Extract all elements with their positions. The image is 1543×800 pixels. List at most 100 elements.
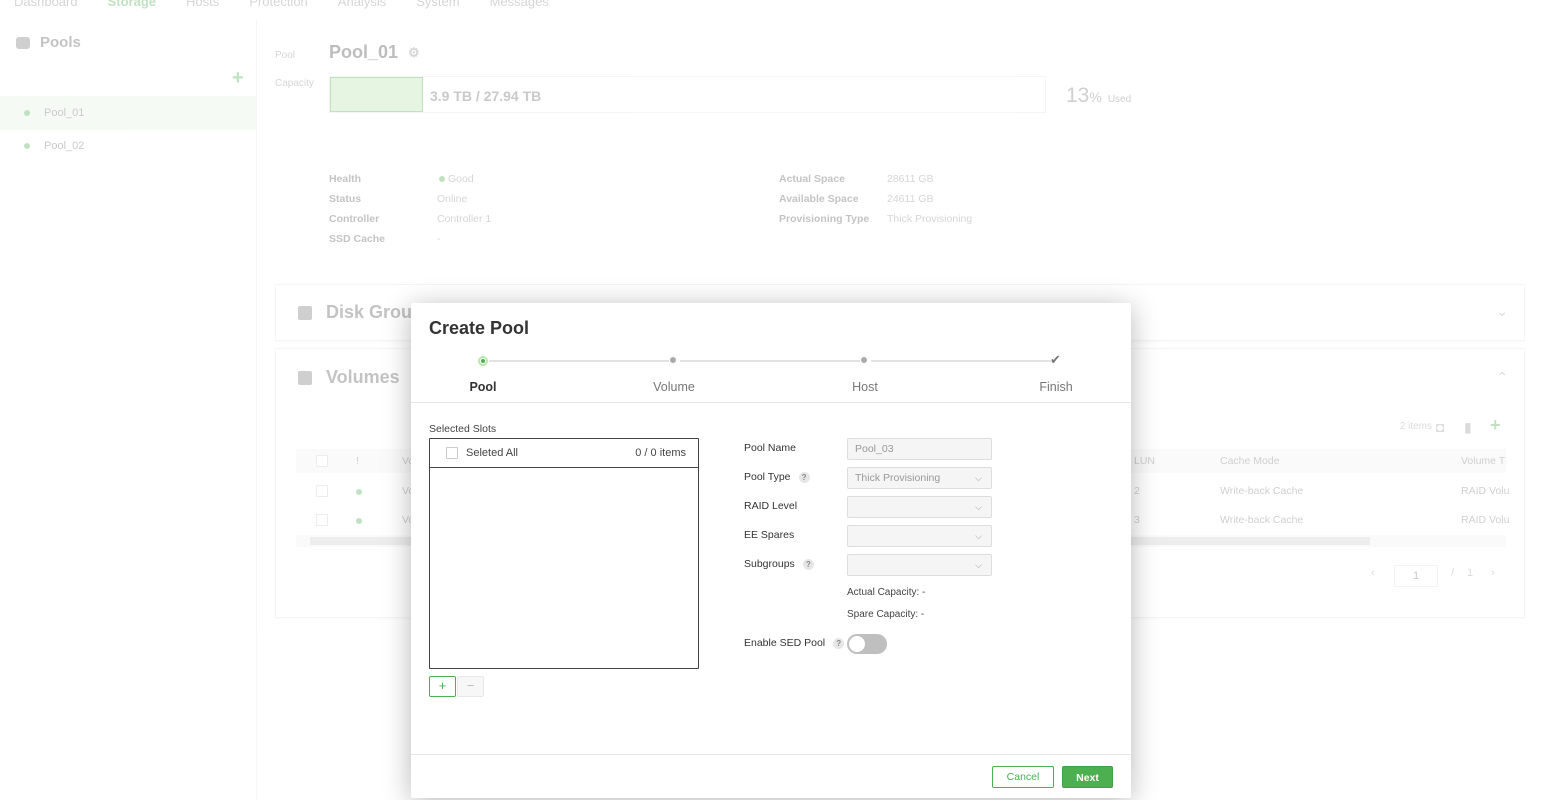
gear-icon[interactable]: ⚙ bbox=[408, 45, 420, 61]
trash-icon[interactable]: ▮ bbox=[1464, 419, 1472, 436]
add-volume-icon[interactable]: + bbox=[1490, 415, 1501, 436]
ee-spares-select[interactable]: ⌵ bbox=[847, 525, 992, 547]
column-header: Cache Mode bbox=[1220, 455, 1280, 467]
capacity-bar: 3.9 TB / 27.94 TB bbox=[329, 76, 1046, 113]
health-value: Good bbox=[439, 173, 474, 185]
used-percent: 13% Used bbox=[1066, 84, 1132, 107]
nav-analysis[interactable]: Analysis bbox=[338, 0, 386, 9]
page-title: Pool_01 ⚙ bbox=[329, 42, 420, 62]
column-header: ! bbox=[356, 455, 359, 467]
items-count: 0 / 0 items bbox=[635, 447, 686, 459]
items-count: 2 items bbox=[1399, 421, 1432, 432]
wizard-stepper: ✔ Pool Volume Host Finish bbox=[411, 303, 1131, 403]
help-icon[interactable]: ? bbox=[833, 637, 845, 649]
nav-protection[interactable]: Protection bbox=[249, 0, 308, 9]
cancel-button[interactable]: Cancel bbox=[992, 766, 1054, 788]
camera-icon[interactable]: ◘ bbox=[1436, 419, 1444, 435]
dialog-footer: Cancel Next bbox=[411, 754, 1131, 798]
step-label-finish: Finish bbox=[1039, 380, 1073, 394]
create-pool-dialog: Create Pool ✔ Pool Volume Host Finish Se… bbox=[411, 303, 1131, 798]
add-slot-button[interactable]: + bbox=[429, 676, 456, 697]
nav-system[interactable]: System bbox=[416, 0, 459, 9]
step-node-host bbox=[860, 356, 870, 366]
raid-level-select[interactable]: ⌵ bbox=[847, 496, 992, 518]
column-header: LUN bbox=[1134, 455, 1156, 467]
subgroups-select[interactable]: ⌵ bbox=[847, 554, 992, 576]
add-pool-icon[interactable]: + bbox=[232, 68, 244, 88]
help-icon[interactable]: ? bbox=[798, 471, 810, 483]
controller-label: Controller bbox=[329, 213, 380, 225]
step-label-host: Host bbox=[852, 380, 878, 394]
actual-space-value: 28611 GB bbox=[887, 173, 934, 185]
column-header: Volume T bbox=[1461, 455, 1506, 467]
step-node-volume bbox=[669, 356, 679, 366]
select-all-checkbox[interactable] bbox=[446, 447, 458, 459]
toggle-knob bbox=[849, 636, 865, 652]
step-connector bbox=[871, 360, 1051, 362]
database-icon bbox=[16, 36, 30, 49]
nav-hosts[interactable]: Hosts bbox=[186, 0, 219, 9]
enable-sed-toggle[interactable] bbox=[847, 634, 887, 654]
pool-type-select[interactable]: Thick Provisioning ⌵ bbox=[847, 467, 992, 489]
nav-dashboard[interactable]: Dashboard bbox=[14, 0, 78, 9]
sidebar-item-pool-02[interactable]: Pool_02 bbox=[0, 129, 256, 163]
selected-slots-label: Selected Slots bbox=[429, 423, 497, 435]
sidebar-item-pool-01[interactable]: Pool_01 bbox=[0, 96, 256, 130]
select-all-label: Seleted All bbox=[466, 447, 518, 459]
page-input[interactable]: 1 bbox=[1394, 565, 1438, 587]
database-icon bbox=[298, 370, 312, 385]
page-separator: / bbox=[1451, 567, 1455, 579]
capacity-text: 3.9 TB / 27.94 TB bbox=[430, 88, 542, 104]
next-button[interactable]: Next bbox=[1062, 766, 1113, 788]
chevron-down-icon[interactable]: ⌄ bbox=[1496, 303, 1508, 320]
ssd-cache-label: SSD Cache bbox=[329, 233, 386, 245]
status-label: Status bbox=[329, 193, 362, 205]
chevron-up-icon[interactable]: ⌃ bbox=[1496, 369, 1508, 386]
chevron-down-icon: ⌵ bbox=[975, 502, 982, 512]
actual-capacity: Actual Capacity: - bbox=[847, 587, 926, 598]
health-label: Health bbox=[329, 173, 362, 185]
capacity-bar-fill bbox=[330, 77, 423, 112]
chevron-down-icon: ⌵ bbox=[975, 473, 982, 483]
step-connector bbox=[680, 360, 861, 362]
pool-name-field[interactable]: Pool_03 bbox=[847, 438, 992, 460]
ssd-cache-value: - bbox=[437, 233, 441, 245]
capacity-label: Capacity bbox=[275, 78, 314, 89]
step-node-pool bbox=[478, 356, 488, 366]
available-space-label: Available Space bbox=[779, 193, 859, 205]
pool-name-label: Pool Name bbox=[744, 442, 796, 454]
available-space-value: 24611 GB bbox=[887, 193, 934, 205]
step-label-pool: Pool bbox=[469, 380, 497, 394]
status-dot-icon bbox=[439, 176, 445, 182]
step-label-volume: Volume bbox=[653, 380, 695, 394]
help-icon[interactable]: ? bbox=[802, 558, 814, 570]
chevron-left-icon[interactable]: ‹ bbox=[1371, 567, 1375, 579]
chevron-right-icon[interactable]: › bbox=[1491, 567, 1495, 579]
remove-slot-button[interactable]: − bbox=[457, 676, 484, 697]
panel-title: Disk Group bbox=[298, 302, 423, 323]
status-dot-icon bbox=[356, 518, 362, 524]
selected-slots-list[interactable]: Seleted All 0 / 0 items bbox=[429, 438, 699, 669]
ee-spares-label: EE Spares bbox=[744, 529, 795, 541]
nav-storage[interactable]: Storage bbox=[108, 0, 156, 9]
check-icon: ✔ bbox=[1050, 352, 1061, 367]
step-connector bbox=[489, 360, 669, 362]
status-dot-icon bbox=[24, 110, 30, 116]
actual-space-label: Actual Space bbox=[779, 173, 845, 185]
sidebar-title: Pools bbox=[16, 34, 81, 51]
chevron-down-icon: ⌵ bbox=[975, 560, 982, 570]
checkbox[interactable] bbox=[316, 455, 328, 467]
checkbox[interactable] bbox=[316, 485, 328, 497]
status-dot-icon bbox=[24, 143, 30, 149]
checkbox[interactable] bbox=[316, 514, 328, 526]
status-value: Online bbox=[437, 193, 468, 205]
subgroups-label: Subgroups ? bbox=[744, 558, 814, 570]
nav-messages[interactable]: Messages bbox=[490, 0, 549, 9]
raid-level-label: RAID Level bbox=[744, 500, 798, 512]
chevron-down-icon: ⌵ bbox=[975, 531, 982, 541]
panel-title: Volumes bbox=[298, 367, 400, 388]
top-nav: Dashboard Storage Hosts Protection Analy… bbox=[14, 0, 549, 9]
provisioning-type-value: Thick Provisioning bbox=[887, 213, 973, 225]
page-total: 1 bbox=[1467, 567, 1474, 579]
enable-sed-label: Enable SED Pool ? bbox=[744, 637, 845, 649]
